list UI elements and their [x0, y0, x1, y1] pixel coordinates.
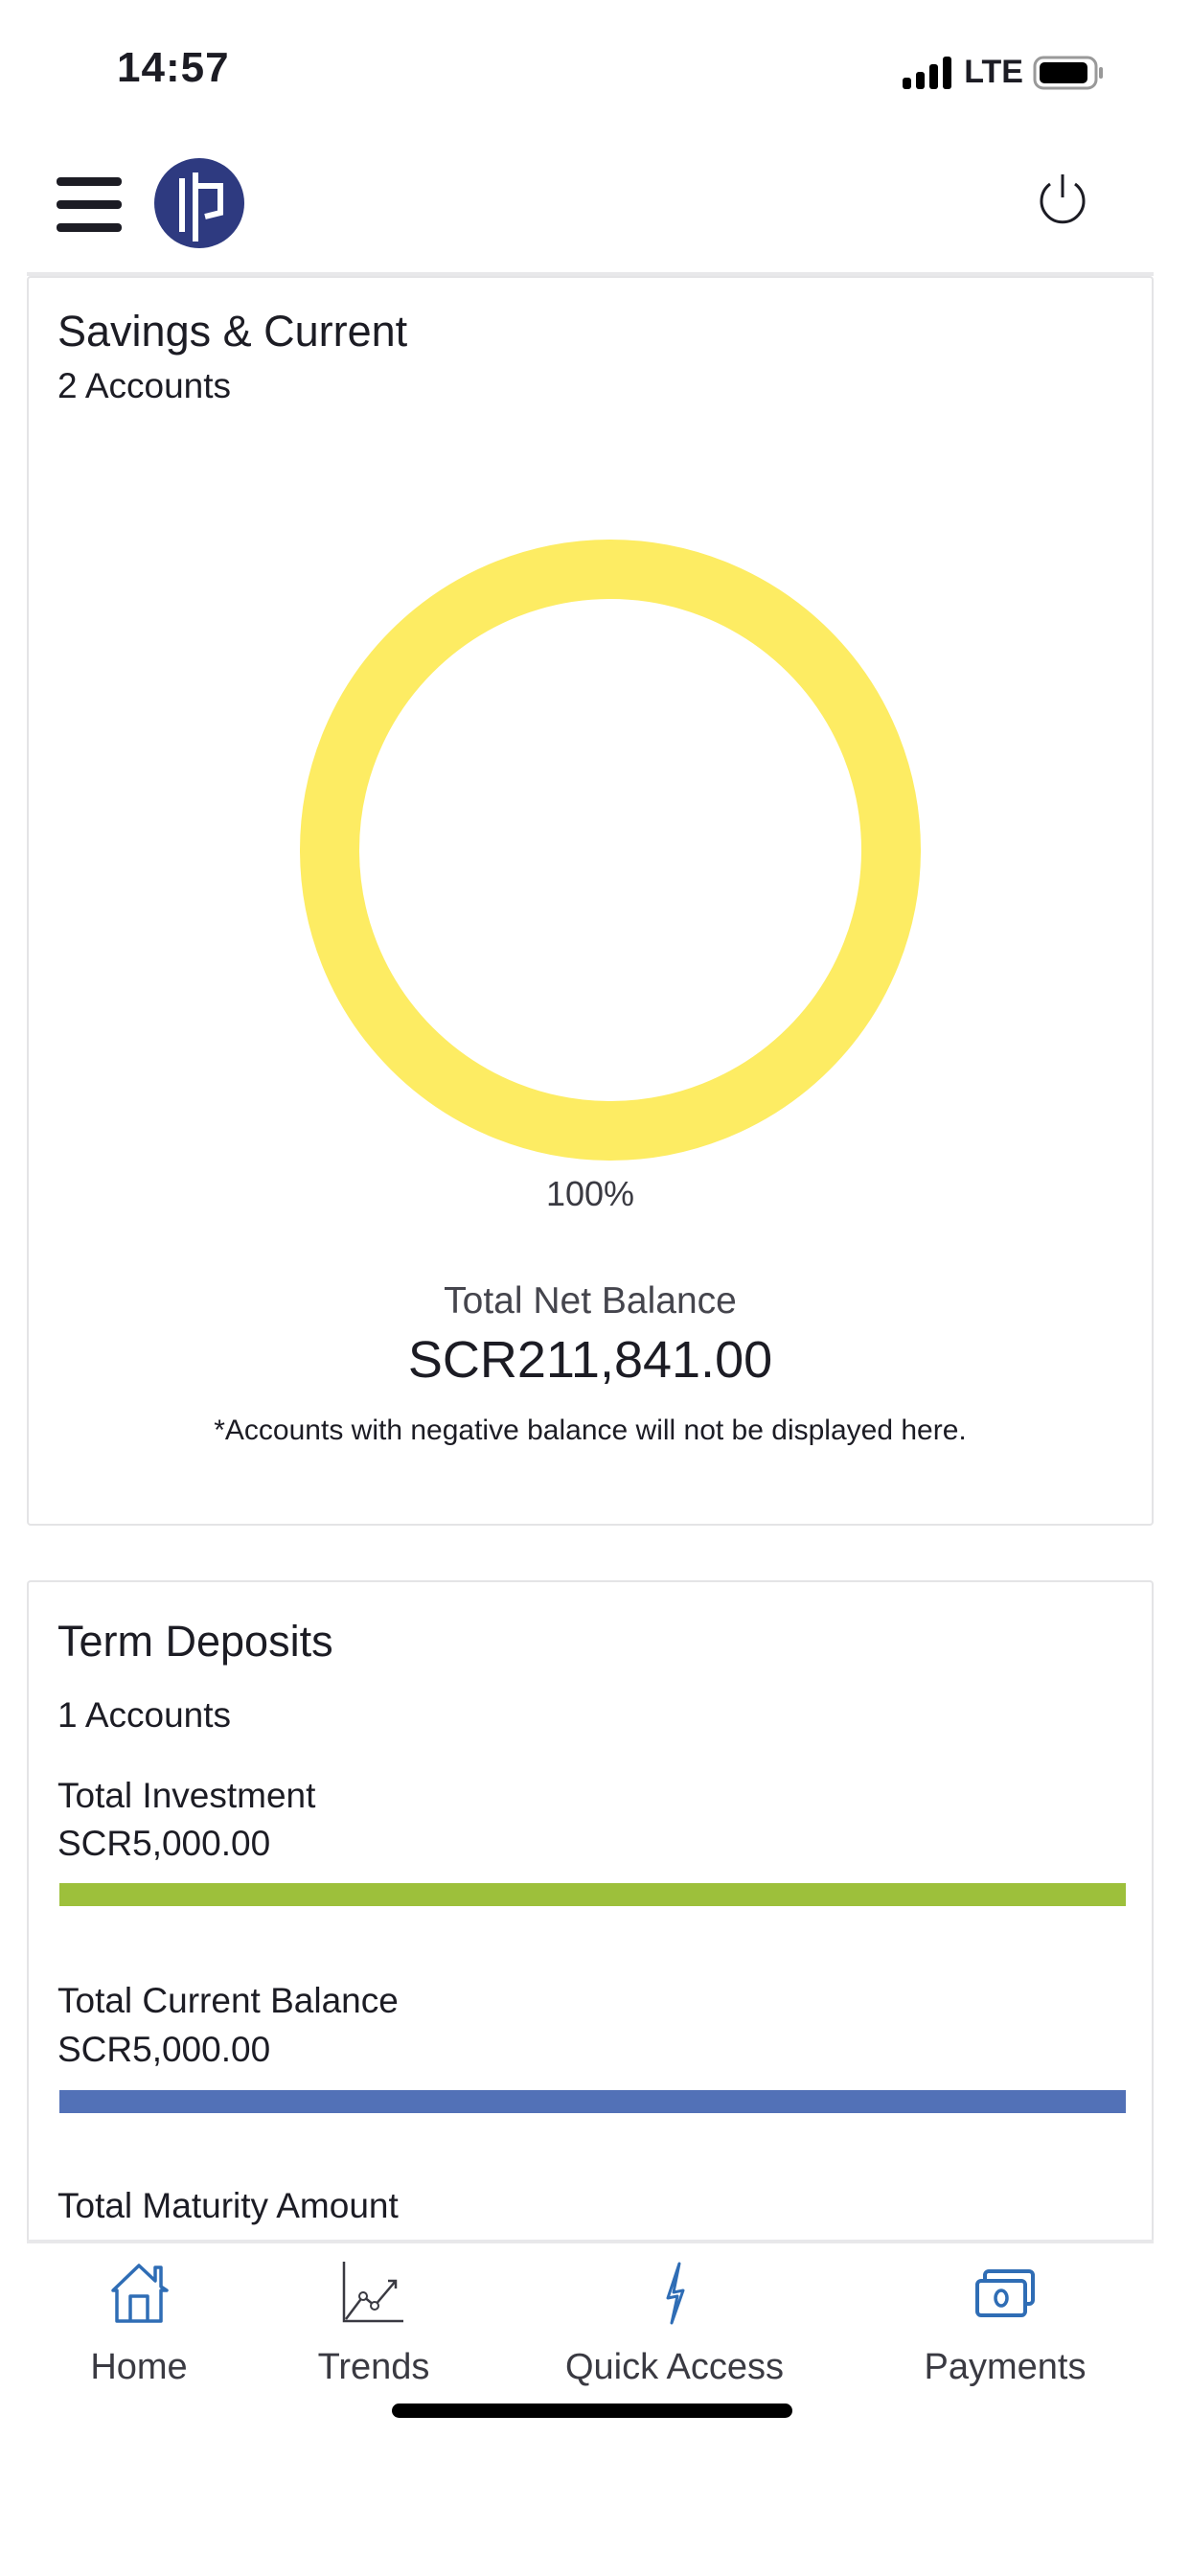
network-label: LTE [964, 54, 1023, 90]
total-investment-bar [59, 1883, 1126, 1906]
logout-button[interactable] [1035, 171, 1090, 233]
status-icons: LTE [903, 54, 1106, 91]
term-deposits-card[interactable]: Term Deposits 1 Accounts Total Investmen… [27, 1580, 1154, 2243]
nav-label: Quick Access [564, 2347, 785, 2387]
total-current-balance-value: SCR5,000.00 [57, 2030, 271, 2069]
total-investment-value: SCR5,000.00 [57, 1824, 271, 1863]
lightning-icon [666, 2262, 685, 2325]
power-icon [1040, 174, 1086, 224]
total-current-balance-bar [59, 2090, 1126, 2113]
net-balance-value: SCR211,841.00 [407, 1331, 773, 1389]
nav-quick-access[interactable]: Quick Access [531, 2262, 818, 2388]
trends-icon [342, 2262, 403, 2323]
content-divider [27, 2240, 1154, 2243]
nav-payments[interactable]: Payments [861, 2262, 1149, 2388]
home-icon [111, 2264, 169, 2323]
savings-current-card[interactable]: Savings & Current 2 Accounts 100% Total … [27, 276, 1154, 1526]
menu-icon [57, 177, 122, 232]
negative-balance-note: *Accounts with negative balance will not… [214, 1414, 967, 1446]
menu-button[interactable] [57, 175, 122, 238]
total-current-balance-label: Total Current Balance [57, 1981, 399, 2020]
net-balance-label: Total Net Balance [444, 1280, 737, 1322]
total-maturity-label: Total Maturity Amount [57, 2186, 399, 2225]
nav-label: Payments [924, 2347, 1087, 2387]
card-title: Term Deposits [57, 1617, 333, 1666]
donut-chart[interactable] [294, 534, 927, 1166]
nav-trends[interactable]: Trends [230, 2262, 517, 2388]
card-title: Savings & Current [57, 307, 408, 356]
nav-label: Trends [317, 2347, 430, 2387]
total-investment-label: Total Investment [57, 1776, 316, 1815]
accounts-count: 1 Accounts [57, 1695, 232, 1735]
accounts-count: 2 Accounts [57, 366, 232, 405]
logo [153, 157, 245, 254]
payments-icon [975, 2269, 1035, 2317]
home-indicator [392, 2404, 792, 2418]
battery-icon [1033, 56, 1103, 89]
status-time: 14:57 [117, 44, 230, 91]
signal-icon [903, 56, 952, 89]
donut-slice [300, 540, 921, 1161]
percent-label: 100% [545, 1174, 635, 1213]
